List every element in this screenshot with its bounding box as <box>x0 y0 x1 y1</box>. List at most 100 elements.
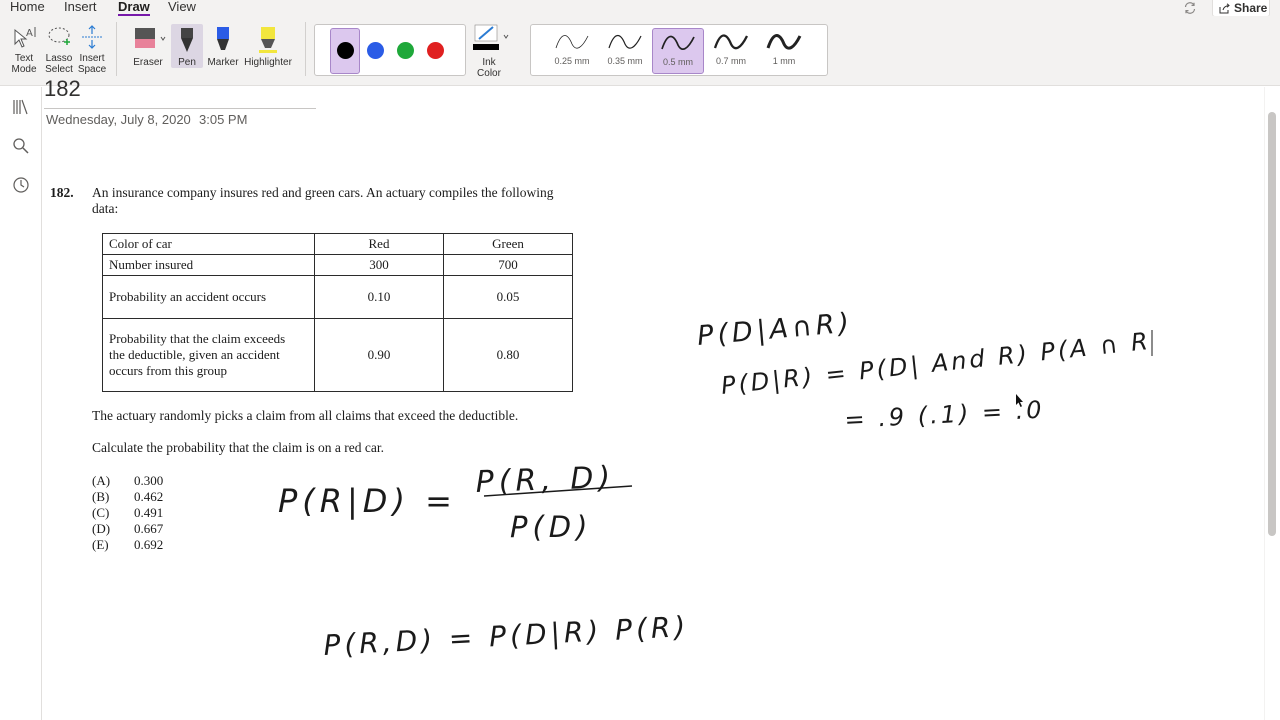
color-swatch-black[interactable] <box>337 42 354 59</box>
ink-eq-denominator: P(D) <box>510 510 592 544</box>
thickness-palette: 0.25 mm 0.35 mm 0.5 mm 0.7 mm 1 mm <box>530 24 828 76</box>
text-mode-icon: A <box>14 27 36 48</box>
table-cell-red: 300 <box>314 254 444 276</box>
highlighter-button[interactable]: Highlighter <box>242 24 294 68</box>
table-row: Probability an accident occurs 0.10 0.05 <box>102 275 573 319</box>
notebooks-icon[interactable] <box>12 98 30 116</box>
table-row-label-line: Probability that the claim exceeds <box>109 331 286 346</box>
insert-space-label-1: Insert <box>79 53 105 64</box>
thickness-label: 0.7 mm <box>715 56 746 66</box>
stroke-sample-icon <box>555 35 589 49</box>
thickness-label: 1 mm <box>772 56 796 66</box>
table-cell-red: 0.10 <box>314 275 444 319</box>
share-button[interactable]: Share <box>1212 0 1270 17</box>
option-label: (C) <box>92 505 110 520</box>
ink-eq-left: P(R|D) = <box>278 482 457 520</box>
page-date: Wednesday, July 8, 2020 <box>46 112 191 127</box>
option-label: (B) <box>92 489 110 504</box>
pen-icon <box>181 28 193 52</box>
option-value: 0.692 <box>134 537 164 552</box>
tab-draw[interactable]: Draw <box>118 0 150 16</box>
answer-option: (B) 0.462 <box>92 489 163 505</box>
table-row: Probability that the claim exceeds the d… <box>102 318 573 392</box>
stroke-sample-icon <box>661 35 695 50</box>
option-label: (E) <box>92 537 109 552</box>
ink-eq-bottom: P(R,D) = P(D|R) P(R) <box>323 610 690 662</box>
table-cell-green: 0.80 <box>443 318 573 392</box>
problem-intro-line-2: data: <box>92 201 119 216</box>
marker-button[interactable]: Marker <box>206 24 240 68</box>
color-palette <box>314 24 466 76</box>
vertical-scrollbar[interactable] <box>1268 112 1276 536</box>
table-row-label: Number insured <box>102 254 315 276</box>
problem-question: Calculate the probability that the claim… <box>92 440 385 455</box>
eraser-button[interactable]: Eraser <box>128 24 168 68</box>
pen-label: Pen <box>178 57 196 68</box>
stroke-sample-icon <box>766 34 802 50</box>
data-table: Color of car Red Green Number insured 30… <box>102 233 573 392</box>
pen-button[interactable]: Pen <box>171 24 203 68</box>
option-label: (A) <box>92 473 111 488</box>
ink-color-label-1: Ink <box>482 57 496 68</box>
text-mode-label-1: Text <box>14 53 34 64</box>
ink-line-1: P(D|A∩R) <box>696 307 854 351</box>
text-mode-button[interactable]: A Text Mode <box>8 24 40 75</box>
tab-insert[interactable]: Insert <box>64 0 97 14</box>
problem-number: 182. <box>50 185 74 200</box>
ink-line-2: P(D|R) = P(D| And R) P(A ∩ R <box>720 327 1152 400</box>
ribbon-separator <box>305 22 306 76</box>
table-row-label: Probability that the claim exceeds the d… <box>102 318 315 392</box>
table-row-label-line: the deductible, given an accident <box>109 347 280 362</box>
insert-space-icon <box>82 25 102 49</box>
option-value: 0.667 <box>134 521 164 536</box>
stroke-sample-icon <box>608 34 642 49</box>
text-mode-label-2: Mode <box>11 64 37 75</box>
navigation-rail <box>0 87 42 720</box>
thickness-025[interactable]: 0.25 mm <box>546 28 598 74</box>
table-row-label: Probability an accident occurs <box>102 275 315 319</box>
color-swatch-red[interactable] <box>427 42 444 59</box>
table-cell-green: 700 <box>443 254 573 276</box>
lasso-select-button[interactable]: Lasso Select <box>43 24 75 75</box>
title-underline <box>44 108 316 109</box>
table-header-cell: Green <box>443 233 573 255</box>
mouse-pointer-icon <box>1016 394 1023 407</box>
sync-icon[interactable] <box>1183 1 1197 15</box>
tab-view[interactable]: View <box>168 0 196 14</box>
onenote-window: Home Insert Draw View Share A Text Mode … <box>0 0 1280 720</box>
answer-option: (C) 0.491 <box>92 505 163 521</box>
color-swatch-blue[interactable] <box>367 42 384 59</box>
table-cell-red: 0.90 <box>314 318 444 392</box>
table-cell-green: 0.05 <box>443 275 573 319</box>
stroke-sample-icon <box>713 34 749 50</box>
ribbon-separator <box>116 22 117 76</box>
option-value: 0.462 <box>134 489 164 504</box>
thickness-1[interactable]: 1 mm <box>758 28 810 74</box>
insert-space-button[interactable]: Insert Space <box>77 24 107 75</box>
problem-intro-line-1: An insurance company insures red and gre… <box>92 185 554 200</box>
thickness-label: 0.25 mm <box>554 56 590 66</box>
recent-clock-icon[interactable] <box>12 176 30 194</box>
option-value: 0.300 <box>134 473 164 488</box>
eraser-icon <box>135 28 166 48</box>
color-swatch-green[interactable] <box>397 42 414 59</box>
thickness-07[interactable]: 0.7 mm <box>705 28 757 74</box>
page-title[interactable]: 182 <box>44 76 81 102</box>
table-header-cell: Color of car <box>102 233 315 255</box>
lasso-icon <box>48 27 70 45</box>
search-icon[interactable] <box>12 137 30 155</box>
highlighter-icon <box>259 27 277 53</box>
ink-color-button[interactable]: Ink Color <box>468 24 510 79</box>
answer-option: (D) 0.667 <box>92 521 163 537</box>
ink-color-icon <box>473 24 509 50</box>
marker-icon <box>217 27 229 50</box>
eraser-label: Eraser <box>133 57 163 68</box>
thickness-035[interactable]: 0.35 mm <box>599 28 651 74</box>
thickness-05[interactable]: 0.5 mm <box>652 28 704 74</box>
table-header-row: Color of car Red Green <box>102 233 573 255</box>
option-value: 0.491 <box>134 505 164 520</box>
lasso-label-2: Select <box>45 64 73 75</box>
share-icon <box>1219 2 1230 13</box>
tab-home[interactable]: Home <box>10 0 45 14</box>
menu-bar: Home Insert Draw View Share <box>0 0 1280 17</box>
